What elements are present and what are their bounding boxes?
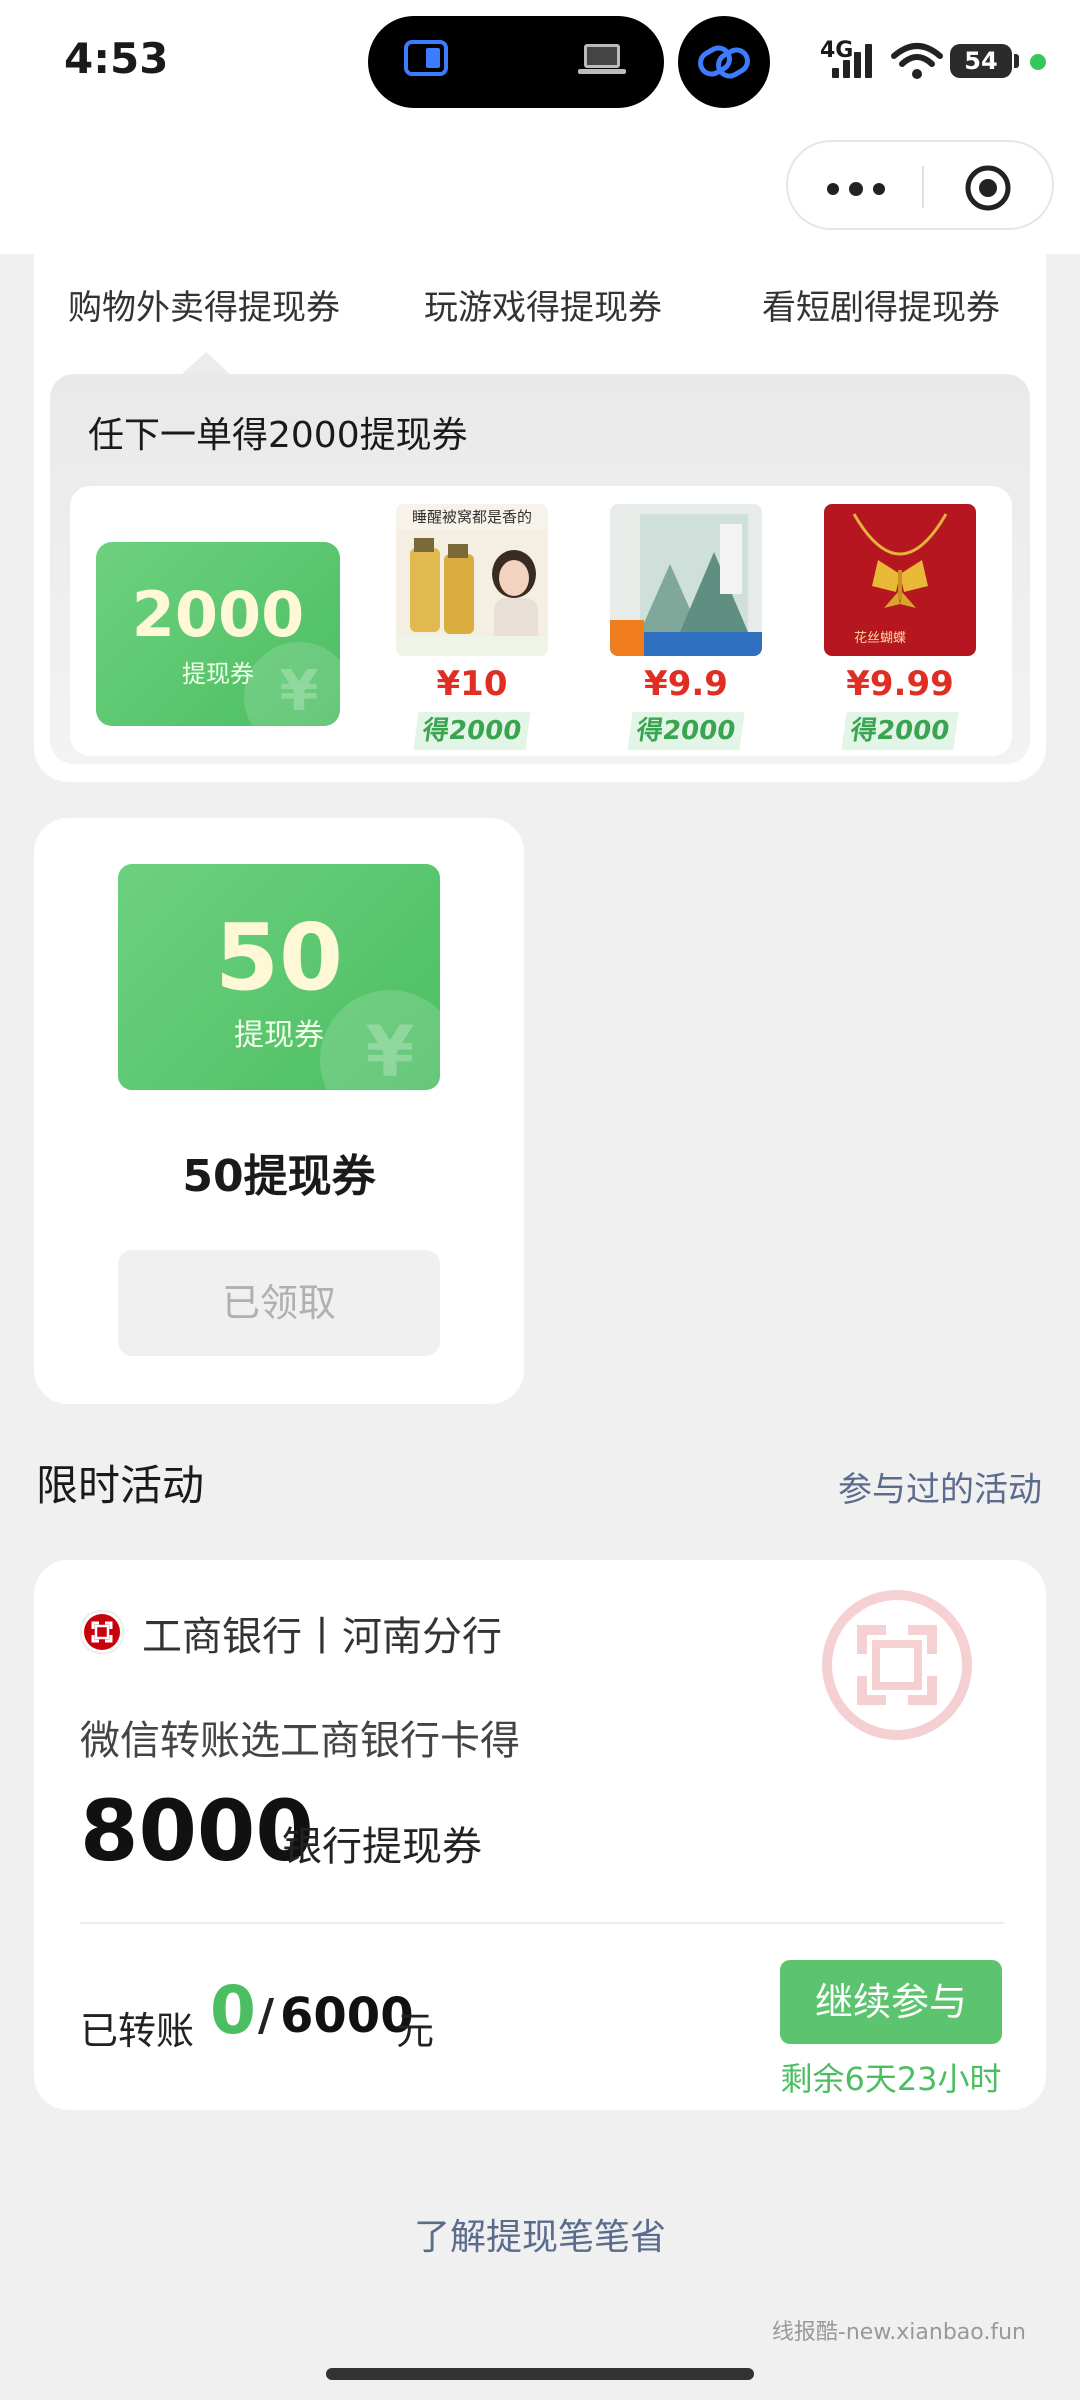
promo-amount: 8000 xyxy=(80,1782,314,1880)
coupon-50: 50 提现券 ¥ xyxy=(118,864,440,1090)
signal-icon xyxy=(832,44,872,78)
dynamic-island[interactable] xyxy=(368,16,664,108)
product-image-book xyxy=(610,504,762,656)
wifi-icon xyxy=(891,43,943,79)
transfer-unit: 元 xyxy=(396,2009,435,2053)
coupon-50-card: 50 提现券 ¥ 50提现券 已领取 xyxy=(34,818,524,1404)
participated-activities-link[interactable]: 参与过的活动 xyxy=(838,1462,1042,1511)
continue-button[interactable]: 继续参与 xyxy=(780,1960,1002,2044)
product-earn-badge: 得2000 xyxy=(841,712,959,750)
tab-shopping[interactable]: 购物外卖得提现券 xyxy=(68,280,340,329)
close-target-icon[interactable] xyxy=(964,164,1012,212)
remaining-time: 剩余6天23小时 xyxy=(780,2060,1002,2098)
coupon-2000-amount: 2000 xyxy=(131,578,305,651)
link-icon xyxy=(698,45,750,79)
home-indicator[interactable] xyxy=(326,2368,754,2380)
battery-icon: 54 xyxy=(950,44,1012,78)
transfer-label: 已转账 xyxy=(80,2009,195,2053)
icbc-watermark-icon xyxy=(822,1590,972,1740)
link-activity-bubble[interactable] xyxy=(678,16,770,108)
tab-short-drama[interactable]: 看短剧得提现券 xyxy=(762,280,1000,329)
transfer-separator: / xyxy=(258,1990,275,2041)
more-dots-icon[interactable] xyxy=(826,182,886,196)
promo-text: 微信转账选工商银行卡得 xyxy=(80,1718,520,1764)
promo-unit: 银行提现券 xyxy=(282,1824,482,1870)
product-image-necklace: 花丝蝴蝶 xyxy=(824,504,976,656)
tab-games[interactable]: 玩游戏得提现券 xyxy=(424,280,662,329)
icbc-logo-icon xyxy=(80,1610,124,1654)
active-tab-pointer xyxy=(182,352,230,374)
product-price-shampoo: ¥10 xyxy=(436,664,508,704)
products-row: 2000 提现券 ¥ 睡醒被窝都是香的 ¥10 得2000 ¥9.9 得2000… xyxy=(70,486,1012,756)
miniprogram-capsule xyxy=(786,140,1054,230)
site-watermark: 线报酷-new.xianbao.fun xyxy=(771,2320,1026,2345)
product-image-shampoo: 睡醒被窝都是香的 xyxy=(396,504,548,656)
task-tabs: 购物外卖得提现券 玩游戏得提现券 看短剧得提现券 xyxy=(34,254,1046,374)
status-bar: 4:53 4G 54 xyxy=(0,0,1080,130)
bank-activity-card[interactable]: 工商银行丨河南分行 微信转账选工商银行卡得 8000 银行提现券 已转账 0 /… xyxy=(34,1560,1046,2110)
order-reward-panel: 任下一单得2000提现券 2000 提现券 ¥ 睡醒被窝都是香的 ¥10 得20… xyxy=(50,374,1030,764)
screen-mirror-icon xyxy=(404,40,448,76)
product-earn-badge: 得2000 xyxy=(413,712,531,750)
learn-more-link[interactable]: 了解提现笔笔省 xyxy=(0,2208,1080,2260)
svg-text:花丝蝴蝶: 花丝蝴蝶 xyxy=(854,630,906,646)
battery-tip xyxy=(1014,54,1019,68)
privacy-indicator-dot xyxy=(1030,54,1046,70)
coupon-50-title: 50提现券 xyxy=(182,1151,376,1202)
claimed-button[interactable]: 已领取 xyxy=(118,1250,440,1356)
laptop-icon xyxy=(578,44,626,74)
product-price-book: ¥9.9 xyxy=(644,664,728,704)
limited-activity-title: 限时活动 xyxy=(36,1461,205,1510)
miniprogram-header xyxy=(0,130,1080,254)
coupon-2000[interactable]: 2000 提现券 ¥ xyxy=(96,542,340,726)
status-time: 4:53 xyxy=(64,34,169,83)
divider xyxy=(80,1922,1004,1924)
product-earn-badge: 得2000 xyxy=(627,712,745,750)
order-reward-title: 任下一单得2000提现券 xyxy=(88,415,468,456)
transfer-total-amount: 6000 xyxy=(280,1988,414,2044)
svg-text:睡醒被窝都是香的: 睡醒被窝都是香的 xyxy=(412,508,532,526)
product-item-shampoo[interactable]: 睡醒被窝都是香的 ¥10 得2000 xyxy=(396,504,548,754)
coupon-tasks-card: 购物外卖得提现券 玩游戏得提现券 看短剧得提现券 任下一单得2000提现券 20… xyxy=(34,254,1046,782)
capsule-divider xyxy=(922,166,924,208)
bank-name: 工商银行丨河南分行 xyxy=(142,1614,502,1660)
transfer-current-amount: 0 xyxy=(210,1972,256,2049)
product-item-necklace[interactable]: 花丝蝴蝶 ¥9.99 得2000 xyxy=(824,504,976,754)
product-price-necklace: ¥9.99 xyxy=(846,664,954,704)
product-item-book[interactable]: ¥9.9 得2000 xyxy=(610,504,762,754)
